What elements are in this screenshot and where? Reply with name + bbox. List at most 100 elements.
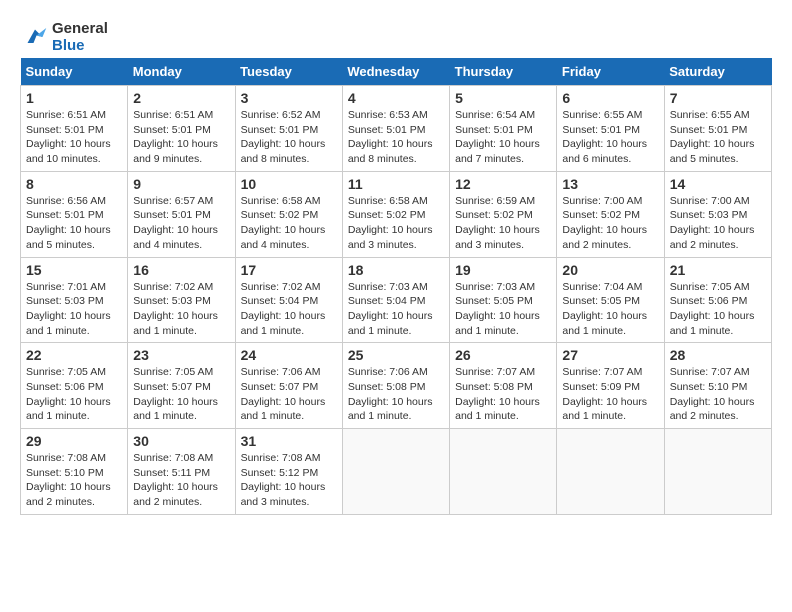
- day-info: Sunrise: 7:02 AM Sunset: 5:04 PM Dayligh…: [241, 280, 337, 339]
- day-cell-6: 6 Sunrise: 6:55 AM Sunset: 5:01 PM Dayli…: [557, 86, 664, 172]
- day-number: 20: [562, 262, 658, 278]
- day-info: Sunrise: 6:55 AM Sunset: 5:01 PM Dayligh…: [670, 108, 766, 167]
- day-number: 22: [26, 347, 122, 363]
- day-cell-30: 30 Sunrise: 7:08 AM Sunset: 5:11 PM Dayl…: [128, 429, 235, 515]
- day-info: Sunrise: 6:51 AM Sunset: 5:01 PM Dayligh…: [133, 108, 229, 167]
- column-header-thursday: Thursday: [450, 58, 557, 86]
- day-info: Sunrise: 6:55 AM Sunset: 5:01 PM Dayligh…: [562, 108, 658, 167]
- calendar-table: SundayMondayTuesdayWednesdayThursdayFrid…: [20, 58, 772, 515]
- day-info: Sunrise: 7:00 AM Sunset: 5:02 PM Dayligh…: [562, 194, 658, 253]
- day-info: Sunrise: 7:06 AM Sunset: 5:08 PM Dayligh…: [348, 365, 444, 424]
- day-number: 21: [670, 262, 766, 278]
- day-number: 3: [241, 90, 337, 106]
- column-header-wednesday: Wednesday: [342, 58, 449, 86]
- day-cell-25: 25 Sunrise: 7:06 AM Sunset: 5:08 PM Dayl…: [342, 343, 449, 429]
- day-info: Sunrise: 7:05 AM Sunset: 5:06 PM Dayligh…: [670, 280, 766, 339]
- day-cell-14: 14 Sunrise: 7:00 AM Sunset: 5:03 PM Dayl…: [664, 171, 771, 257]
- header-row: SundayMondayTuesdayWednesdayThursdayFrid…: [21, 58, 772, 86]
- day-number: 23: [133, 347, 229, 363]
- day-cell-24: 24 Sunrise: 7:06 AM Sunset: 5:07 PM Dayl…: [235, 343, 342, 429]
- day-info: Sunrise: 6:54 AM Sunset: 5:01 PM Dayligh…: [455, 108, 551, 167]
- day-number: 6: [562, 90, 658, 106]
- day-info: Sunrise: 6:59 AM Sunset: 5:02 PM Dayligh…: [455, 194, 551, 253]
- day-number: 25: [348, 347, 444, 363]
- day-cell-17: 17 Sunrise: 7:02 AM Sunset: 5:04 PM Dayl…: [235, 257, 342, 343]
- day-number: 30: [133, 433, 229, 449]
- day-info: Sunrise: 7:04 AM Sunset: 5:05 PM Dayligh…: [562, 280, 658, 339]
- day-cell-20: 20 Sunrise: 7:04 AM Sunset: 5:05 PM Dayl…: [557, 257, 664, 343]
- empty-cell: [342, 429, 449, 515]
- week-row-4: 22 Sunrise: 7:05 AM Sunset: 5:06 PM Dayl…: [21, 343, 772, 429]
- day-cell-29: 29 Sunrise: 7:08 AM Sunset: 5:10 PM Dayl…: [21, 429, 128, 515]
- empty-cell: [450, 429, 557, 515]
- day-number: 9: [133, 176, 229, 192]
- day-cell-2: 2 Sunrise: 6:51 AM Sunset: 5:01 PM Dayli…: [128, 86, 235, 172]
- day-cell-27: 27 Sunrise: 7:07 AM Sunset: 5:09 PM Dayl…: [557, 343, 664, 429]
- day-cell-18: 18 Sunrise: 7:03 AM Sunset: 5:04 PM Dayl…: [342, 257, 449, 343]
- day-number: 8: [26, 176, 122, 192]
- day-number: 4: [348, 90, 444, 106]
- day-cell-8: 8 Sunrise: 6:56 AM Sunset: 5:01 PM Dayli…: [21, 171, 128, 257]
- day-number: 31: [241, 433, 337, 449]
- day-cell-31: 31 Sunrise: 7:08 AM Sunset: 5:12 PM Dayl…: [235, 429, 342, 515]
- day-cell-12: 12 Sunrise: 6:59 AM Sunset: 5:02 PM Dayl…: [450, 171, 557, 257]
- day-cell-19: 19 Sunrise: 7:03 AM Sunset: 5:05 PM Dayl…: [450, 257, 557, 343]
- day-cell-10: 10 Sunrise: 6:58 AM Sunset: 5:02 PM Dayl…: [235, 171, 342, 257]
- day-cell-15: 15 Sunrise: 7:01 AM Sunset: 5:03 PM Dayl…: [21, 257, 128, 343]
- day-info: Sunrise: 7:08 AM Sunset: 5:11 PM Dayligh…: [133, 451, 229, 510]
- day-cell-16: 16 Sunrise: 7:02 AM Sunset: 5:03 PM Dayl…: [128, 257, 235, 343]
- day-info: Sunrise: 7:03 AM Sunset: 5:05 PM Dayligh…: [455, 280, 551, 339]
- day-number: 17: [241, 262, 337, 278]
- day-info: Sunrise: 6:57 AM Sunset: 5:01 PM Dayligh…: [133, 194, 229, 253]
- day-number: 2: [133, 90, 229, 106]
- day-cell-5: 5 Sunrise: 6:54 AM Sunset: 5:01 PM Dayli…: [450, 86, 557, 172]
- column-header-tuesday: Tuesday: [235, 58, 342, 86]
- day-cell-13: 13 Sunrise: 7:00 AM Sunset: 5:02 PM Dayl…: [557, 171, 664, 257]
- day-number: 24: [241, 347, 337, 363]
- day-info: Sunrise: 6:52 AM Sunset: 5:01 PM Dayligh…: [241, 108, 337, 167]
- day-cell-4: 4 Sunrise: 6:53 AM Sunset: 5:01 PM Dayli…: [342, 86, 449, 172]
- day-number: 13: [562, 176, 658, 192]
- day-number: 12: [455, 176, 551, 192]
- day-number: 18: [348, 262, 444, 278]
- day-info: Sunrise: 7:02 AM Sunset: 5:03 PM Dayligh…: [133, 280, 229, 339]
- day-info: Sunrise: 6:56 AM Sunset: 5:01 PM Dayligh…: [26, 194, 122, 253]
- week-row-2: 8 Sunrise: 6:56 AM Sunset: 5:01 PM Dayli…: [21, 171, 772, 257]
- day-cell-11: 11 Sunrise: 6:58 AM Sunset: 5:02 PM Dayl…: [342, 171, 449, 257]
- day-cell-7: 7 Sunrise: 6:55 AM Sunset: 5:01 PM Dayli…: [664, 86, 771, 172]
- column-header-monday: Monday: [128, 58, 235, 86]
- day-number: 29: [26, 433, 122, 449]
- day-info: Sunrise: 7:07 AM Sunset: 5:08 PM Dayligh…: [455, 365, 551, 424]
- day-info: Sunrise: 7:05 AM Sunset: 5:07 PM Dayligh…: [133, 365, 229, 424]
- day-number: 16: [133, 262, 229, 278]
- day-info: Sunrise: 7:07 AM Sunset: 5:09 PM Dayligh…: [562, 365, 658, 424]
- page-header: General Blue: [20, 20, 772, 54]
- logo: General Blue: [20, 20, 108, 54]
- day-cell-3: 3 Sunrise: 6:52 AM Sunset: 5:01 PM Dayli…: [235, 86, 342, 172]
- logo-icon: [20, 22, 50, 52]
- week-row-5: 29 Sunrise: 7:08 AM Sunset: 5:10 PM Dayl…: [21, 429, 772, 515]
- day-cell-1: 1 Sunrise: 6:51 AM Sunset: 5:01 PM Dayli…: [21, 86, 128, 172]
- day-cell-28: 28 Sunrise: 7:07 AM Sunset: 5:10 PM Dayl…: [664, 343, 771, 429]
- day-info: Sunrise: 7:07 AM Sunset: 5:10 PM Dayligh…: [670, 365, 766, 424]
- logo-text: General Blue: [52, 20, 108, 54]
- day-number: 28: [670, 347, 766, 363]
- day-info: Sunrise: 6:51 AM Sunset: 5:01 PM Dayligh…: [26, 108, 122, 167]
- day-number: 10: [241, 176, 337, 192]
- day-cell-26: 26 Sunrise: 7:07 AM Sunset: 5:08 PM Dayl…: [450, 343, 557, 429]
- week-row-3: 15 Sunrise: 7:01 AM Sunset: 5:03 PM Dayl…: [21, 257, 772, 343]
- week-row-1: 1 Sunrise: 6:51 AM Sunset: 5:01 PM Dayli…: [21, 86, 772, 172]
- day-cell-23: 23 Sunrise: 7:05 AM Sunset: 5:07 PM Dayl…: [128, 343, 235, 429]
- day-number: 26: [455, 347, 551, 363]
- day-cell-21: 21 Sunrise: 7:05 AM Sunset: 5:06 PM Dayl…: [664, 257, 771, 343]
- day-info: Sunrise: 6:53 AM Sunset: 5:01 PM Dayligh…: [348, 108, 444, 167]
- day-info: Sunrise: 7:08 AM Sunset: 5:12 PM Dayligh…: [241, 451, 337, 510]
- day-info: Sunrise: 7:00 AM Sunset: 5:03 PM Dayligh…: [670, 194, 766, 253]
- day-info: Sunrise: 7:05 AM Sunset: 5:06 PM Dayligh…: [26, 365, 122, 424]
- empty-cell: [557, 429, 664, 515]
- day-info: Sunrise: 6:58 AM Sunset: 5:02 PM Dayligh…: [348, 194, 444, 253]
- day-info: Sunrise: 7:03 AM Sunset: 5:04 PM Dayligh…: [348, 280, 444, 339]
- day-number: 5: [455, 90, 551, 106]
- day-number: 7: [670, 90, 766, 106]
- day-number: 15: [26, 262, 122, 278]
